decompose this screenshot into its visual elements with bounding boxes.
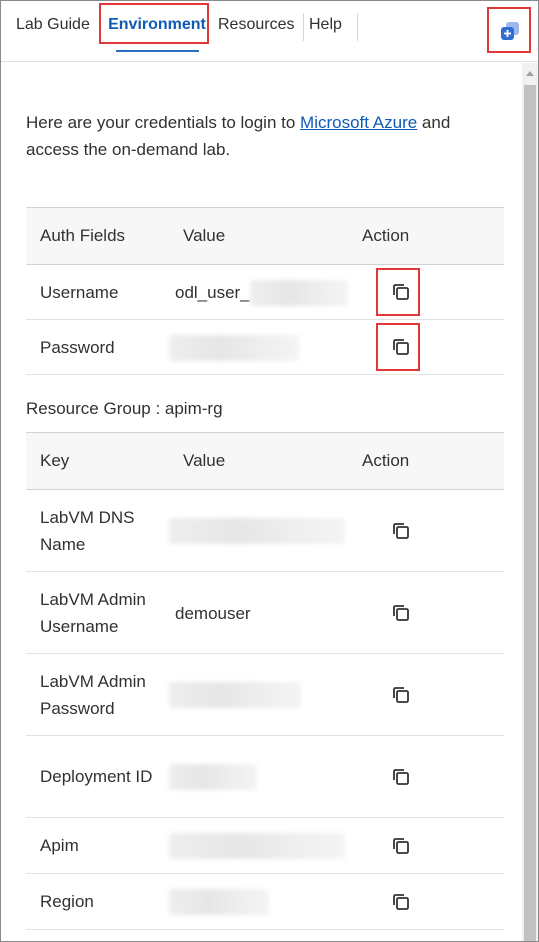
copy-icon[interactable]: [391, 521, 411, 541]
scroll-up-arrow-icon[interactable]: [526, 71, 534, 76]
key-value: [169, 489, 348, 572]
vertical-scrollbar[interactable]: [522, 63, 538, 941]
header-value: Value: [169, 432, 348, 490]
key-value: [169, 735, 348, 818]
tab-label: Help: [309, 16, 342, 33]
redacted-value: [169, 833, 345, 860]
table-row: Deployment ID: [26, 735, 504, 818]
copy-icon[interactable]: [391, 892, 411, 912]
tab-resources[interactable]: Resources: [211, 1, 304, 49]
copy-icon[interactable]: [391, 337, 411, 357]
key-label: LabVM Admin Username: [26, 571, 169, 654]
microsoft-azure-link[interactable]: Microsoft Azure: [300, 113, 417, 132]
action-cell: [348, 735, 504, 818]
resource-group-table: Key Value Action LabVM DNS Name LabVM Ad…: [26, 432, 504, 930]
header-auth-fields: Auth Fields: [26, 207, 169, 265]
environment-tab-highlight: [99, 3, 209, 44]
key-value: [169, 653, 348, 736]
lab-panel: Lab Guide Environment Resources Help Her…: [0, 0, 539, 942]
key-value: [169, 817, 348, 874]
popout-button[interactable]: [487, 7, 531, 53]
rg-table-header: Key Value Action: [26, 432, 504, 490]
header-value: Value: [169, 207, 348, 265]
table-row: LabVM Admin Username demouser: [26, 571, 504, 654]
redacted-value: [169, 682, 301, 709]
auth-table-header: Auth Fields Value Action: [26, 207, 504, 265]
table-row: Apim: [26, 817, 504, 874]
action-cell: [348, 489, 504, 572]
header-action: Action: [348, 207, 504, 265]
popout-window-icon: [501, 22, 519, 40]
action-cell: [348, 571, 504, 654]
action-cell: [348, 264, 504, 320]
field-label: Password: [26, 319, 169, 375]
copy-icon[interactable]: [391, 603, 411, 623]
key-label: Apim: [26, 817, 169, 874]
table-row: LabVM DNS Name: [26, 489, 504, 572]
auth-table: Auth Fields Value Action Username odl_us…: [26, 207, 504, 375]
environment-content: Here are your credentials to login to Mi…: [1, 63, 521, 941]
copy-icon[interactable]: [391, 767, 411, 787]
field-label: Username: [26, 264, 169, 320]
copy-icon[interactable]: [391, 685, 411, 705]
intro-text: Here are your credentials to login to Mi…: [26, 109, 506, 163]
redacted-value: [169, 764, 257, 791]
key-value: demouser: [169, 571, 348, 654]
header-key: Key: [26, 432, 169, 490]
redacted-value: [249, 279, 348, 306]
key-label: LabVM Admin Password: [26, 653, 169, 736]
redacted-value: [169, 889, 269, 916]
tab-label: Lab Guide: [16, 16, 90, 33]
copy-icon[interactable]: [391, 836, 411, 856]
resource-group-heading: Resource Group : apim-rg: [26, 399, 223, 418]
intro-text-start: Here are your credentials to login to: [26, 113, 301, 132]
table-row: Username odl_user_: [26, 264, 504, 320]
scrollbar-thumb[interactable]: [524, 85, 536, 941]
key-value: [169, 873, 348, 930]
action-cell: [348, 817, 504, 874]
key-label: Deployment ID: [26, 735, 169, 818]
table-row: LabVM Admin Password: [26, 653, 504, 736]
key-label: Region: [26, 873, 169, 930]
table-row: Region: [26, 873, 504, 930]
field-value: odl_user_: [169, 264, 348, 320]
tab-lab-guide[interactable]: Lab Guide: [1, 1, 100, 49]
copy-icon[interactable]: [391, 282, 411, 302]
tab-bar: Lab Guide Environment Resources Help: [1, 1, 538, 62]
key-label: LabVM DNS Name: [26, 489, 169, 572]
value-text: demouser: [175, 603, 251, 623]
tab-help[interactable]: Help: [304, 1, 358, 49]
redacted-value: [169, 518, 345, 545]
action-cell: [348, 873, 504, 930]
table-row: Password: [26, 319, 504, 375]
tab-label: Resources: [218, 16, 295, 33]
action-cell: [348, 319, 504, 375]
active-tab-indicator: [116, 50, 199, 52]
field-value: [169, 319, 348, 375]
value-text: odl_user_: [175, 283, 250, 302]
action-cell: [348, 653, 504, 736]
redacted-value: [169, 334, 299, 361]
header-action: Action: [348, 432, 504, 490]
